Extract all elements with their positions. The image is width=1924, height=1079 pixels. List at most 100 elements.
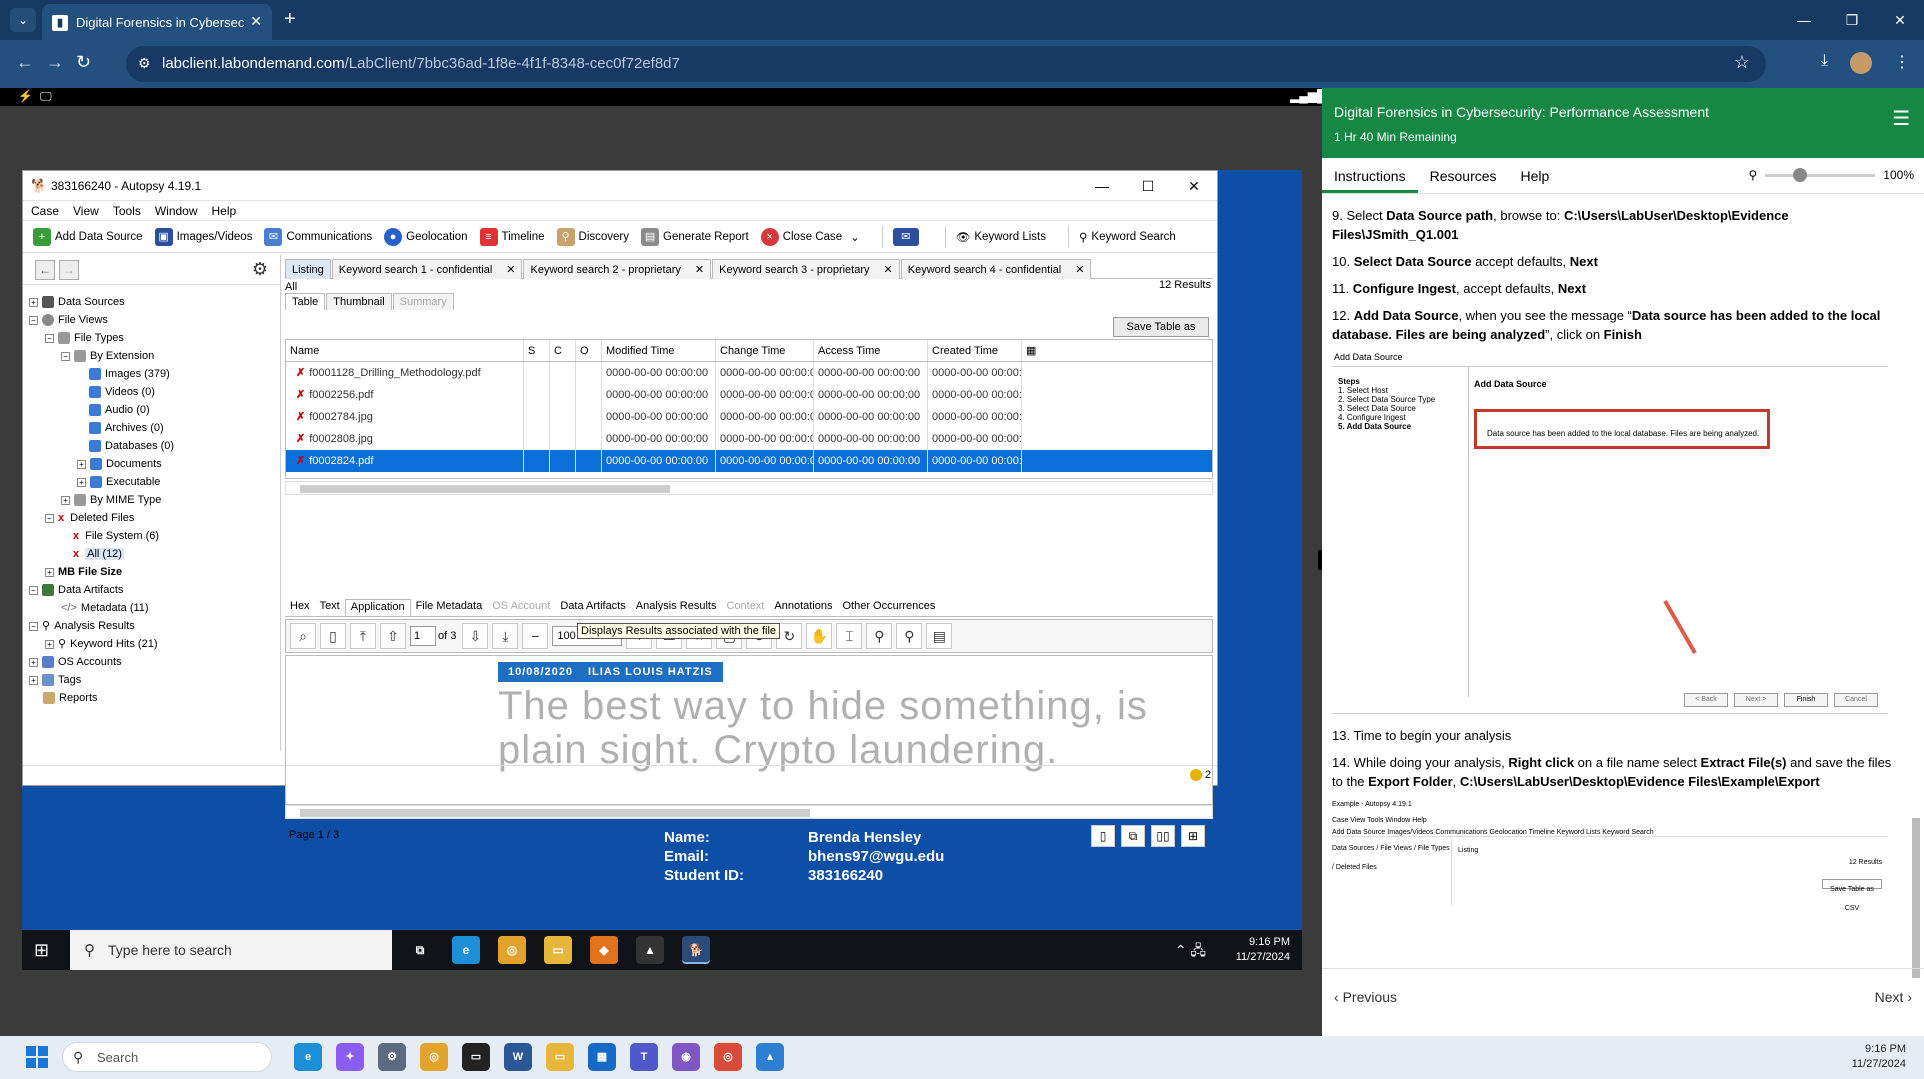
edge-icon[interactable]: e [294,1043,322,1071]
tree-tags[interactable]: + Tags [23,671,280,689]
menu-case[interactable]: Case [31,201,59,220]
close-case-button[interactable]: × Close Case ⌄ [760,227,860,246]
tab-application[interactable]: Application [344,599,411,616]
col-o[interactable]: O [576,340,602,361]
close-icon[interactable]: ✕ [1075,264,1084,276]
discovery-button[interactable]: ⚲ Discovery [556,227,629,246]
close-icon[interactable]: ✕ [506,264,515,276]
windows-start-icon[interactable]: ⊞ [34,940,49,961]
table-row[interactable]: ✗ f0001128_Drilling_Methodology.pdf 0000-… [286,362,1212,384]
chrome-icon[interactable]: ◎ [498,936,526,964]
tree-deleted-files[interactable]: − x Deleted Files [23,509,280,527]
tree-reports[interactable]: Reports [23,689,280,707]
restore-button[interactable]: ❐ [1828,0,1876,40]
tree-videos[interactable]: Videos (0) [23,383,280,401]
monitor-icon[interactable]: 🖵 [40,89,52,104]
subtab-thumbnail[interactable]: Thumbnail [326,293,392,310]
tab-other-occurrences[interactable]: Other Occurrences [837,599,940,616]
gear-icon[interactable]: ⚙ [252,259,268,280]
prev-page-icon[interactable]: ⇧ [380,623,406,649]
close-window-button[interactable]: ✕ [1876,0,1924,40]
tree-os-accounts[interactable]: + OS Accounts [23,653,280,671]
col-s[interactable]: S [524,340,550,361]
site-info-icon[interactable]: ⚙ [138,55,151,72]
tab-file-metadata[interactable]: File Metadata [411,599,488,616]
lightning-icon[interactable]: ⚡ [18,89,33,103]
binoculars-icon[interactable]: ⌕ [290,623,316,649]
facing-icon[interactable]: ▯▯ [1151,825,1175,847]
tree-archives[interactable]: Archives (0) [23,419,280,437]
tree-forward-button[interactable]: → [59,260,79,280]
reload-icon[interactable]: ↻ [76,52,91,73]
close-icon[interactable]: ✕ [884,264,893,276]
tab-instructions[interactable]: Instructions [1322,158,1418,193]
menu-view[interactable]: View [73,201,99,220]
geolocation-button[interactable]: ● Geolocation [384,227,468,246]
previous-button[interactable]: ‹ Previous [1334,989,1397,1005]
browser-tab-active[interactable]: ▮ Digital Forensics in Cybersecurity ✕ [42,4,272,40]
chevron-down-icon[interactable]: ⌄ [850,230,860,244]
bookmark-star-icon[interactable]: ☆ [1734,52,1750,73]
tree-file-system[interactable]: x File System (6) [23,527,280,545]
hamburger-menu-icon[interactable]: ☰ [1892,106,1910,131]
zoom-dynamic-icon[interactable]: ⚲ [896,623,923,649]
file-explorer-icon[interactable]: ▭ [546,1043,574,1071]
shield-app-icon[interactable]: ◆ [590,936,618,964]
chrome-profile-icon[interactable]: ◎ [714,1043,742,1071]
tree-data-artifacts[interactable]: − Data Artifacts [23,581,280,599]
communications-button[interactable]: ✉ Communications [264,227,372,246]
tab-keyword-search-1[interactable]: Keyword search 1 - confidential ✕ [331,259,523,279]
browser-menu-icon[interactable]: ⋮ [1894,52,1910,74]
tree-mb-file-size[interactable]: + MB File Size [23,563,280,581]
file-explorer-icon[interactable]: ▭ [544,936,572,964]
tab-keyword-search-4[interactable]: Keyword search 4 - confidential ✕ [900,259,1092,279]
photos-icon[interactable]: ▲ [756,1043,784,1071]
store-icon[interactable]: ▦ [588,1043,616,1071]
zoom-tool-icon[interactable]: ⚲ [866,623,893,649]
tree-executable[interactable]: + Executable [23,473,280,491]
annotations-panel-icon[interactable]: ▤ [926,623,953,649]
host-clock[interactable]: 9:16 PM 11/27/2024 [1852,1042,1906,1072]
col-c[interactable]: C [550,340,576,361]
photos-icon[interactable]: ▲ [636,936,664,964]
menu-help[interactable]: Help [212,201,237,220]
terminal-icon[interactable]: ▭ [462,1043,490,1071]
autopsy-maximize-button[interactable]: ☐ [1125,171,1171,201]
notifications[interactable]: 2 [1189,769,1211,782]
select-text-icon[interactable]: ⌶ [836,623,863,649]
word-icon[interactable]: W [504,1043,532,1071]
autopsy-close-button[interactable]: ✕ [1171,171,1217,201]
zoom-out-icon[interactable]: − [522,623,549,649]
generate-report-button[interactable]: ▤ Generate Report [641,227,749,246]
host-search-box[interactable]: ⚲ Search [62,1042,272,1072]
keyword-search-button[interactable]: ⚲ Keyword Search [1079,230,1176,244]
rotate-right-icon[interactable]: ↻ [776,623,803,649]
forward-arrow-icon[interactable]: → [46,52,64,73]
tray-icons[interactable]: ⌃ 🖧 [1175,940,1206,964]
tab-resources[interactable]: Resources [1418,158,1509,193]
col-modified[interactable]: Modified Time [602,340,716,361]
single-page-icon[interactable]: ▯ [1091,825,1115,847]
table-row[interactable]: ✗ f0002256.pdf 0000-00-00 00:00:00 0000-0… [286,384,1212,406]
autopsy-minimize-button[interactable]: — [1079,171,1125,201]
table-row-selected[interactable]: ✗ f0002824.pdf 0000-00-00 00:00:00 0000-0… [286,450,1212,472]
column-chooser-icon[interactable]: ▦ [1022,340,1036,361]
sidebar-toggle-icon[interactable]: ▯ [320,623,346,649]
table-horizontal-scrollbar[interactable] [285,481,1213,495]
tree-databases[interactable]: Databases (0) [23,437,280,455]
tab-keyword-search-2[interactable]: Keyword search 2 - proprietary ✕ [523,259,712,279]
tab-os-account[interactable]: OS Account [487,599,555,616]
tab-list-button[interactable]: ⌄ [10,8,36,32]
tab-annotations[interactable]: Annotations [769,599,837,616]
zoom-slider[interactable] [1765,167,1876,182]
last-page-icon[interactable]: ⤓ [492,623,519,649]
windows-start-icon[interactable] [26,1046,48,1068]
settings-icon[interactable]: ⚙ [378,1043,406,1071]
col-created[interactable]: Created Time [928,340,1022,361]
url-input[interactable]: ⚙ labclient.labondemand.com/LabClient/7b… [126,46,1766,82]
tree-all-deleted[interactable]: x All (12) [23,545,280,563]
tree-back-button[interactable]: ← [35,260,55,280]
download-icon[interactable]: ⤓ [1821,52,1828,74]
tab-text[interactable]: Text [315,599,345,616]
vm-clock[interactable]: 9:16 PM 11/27/2024 [1236,935,1290,965]
